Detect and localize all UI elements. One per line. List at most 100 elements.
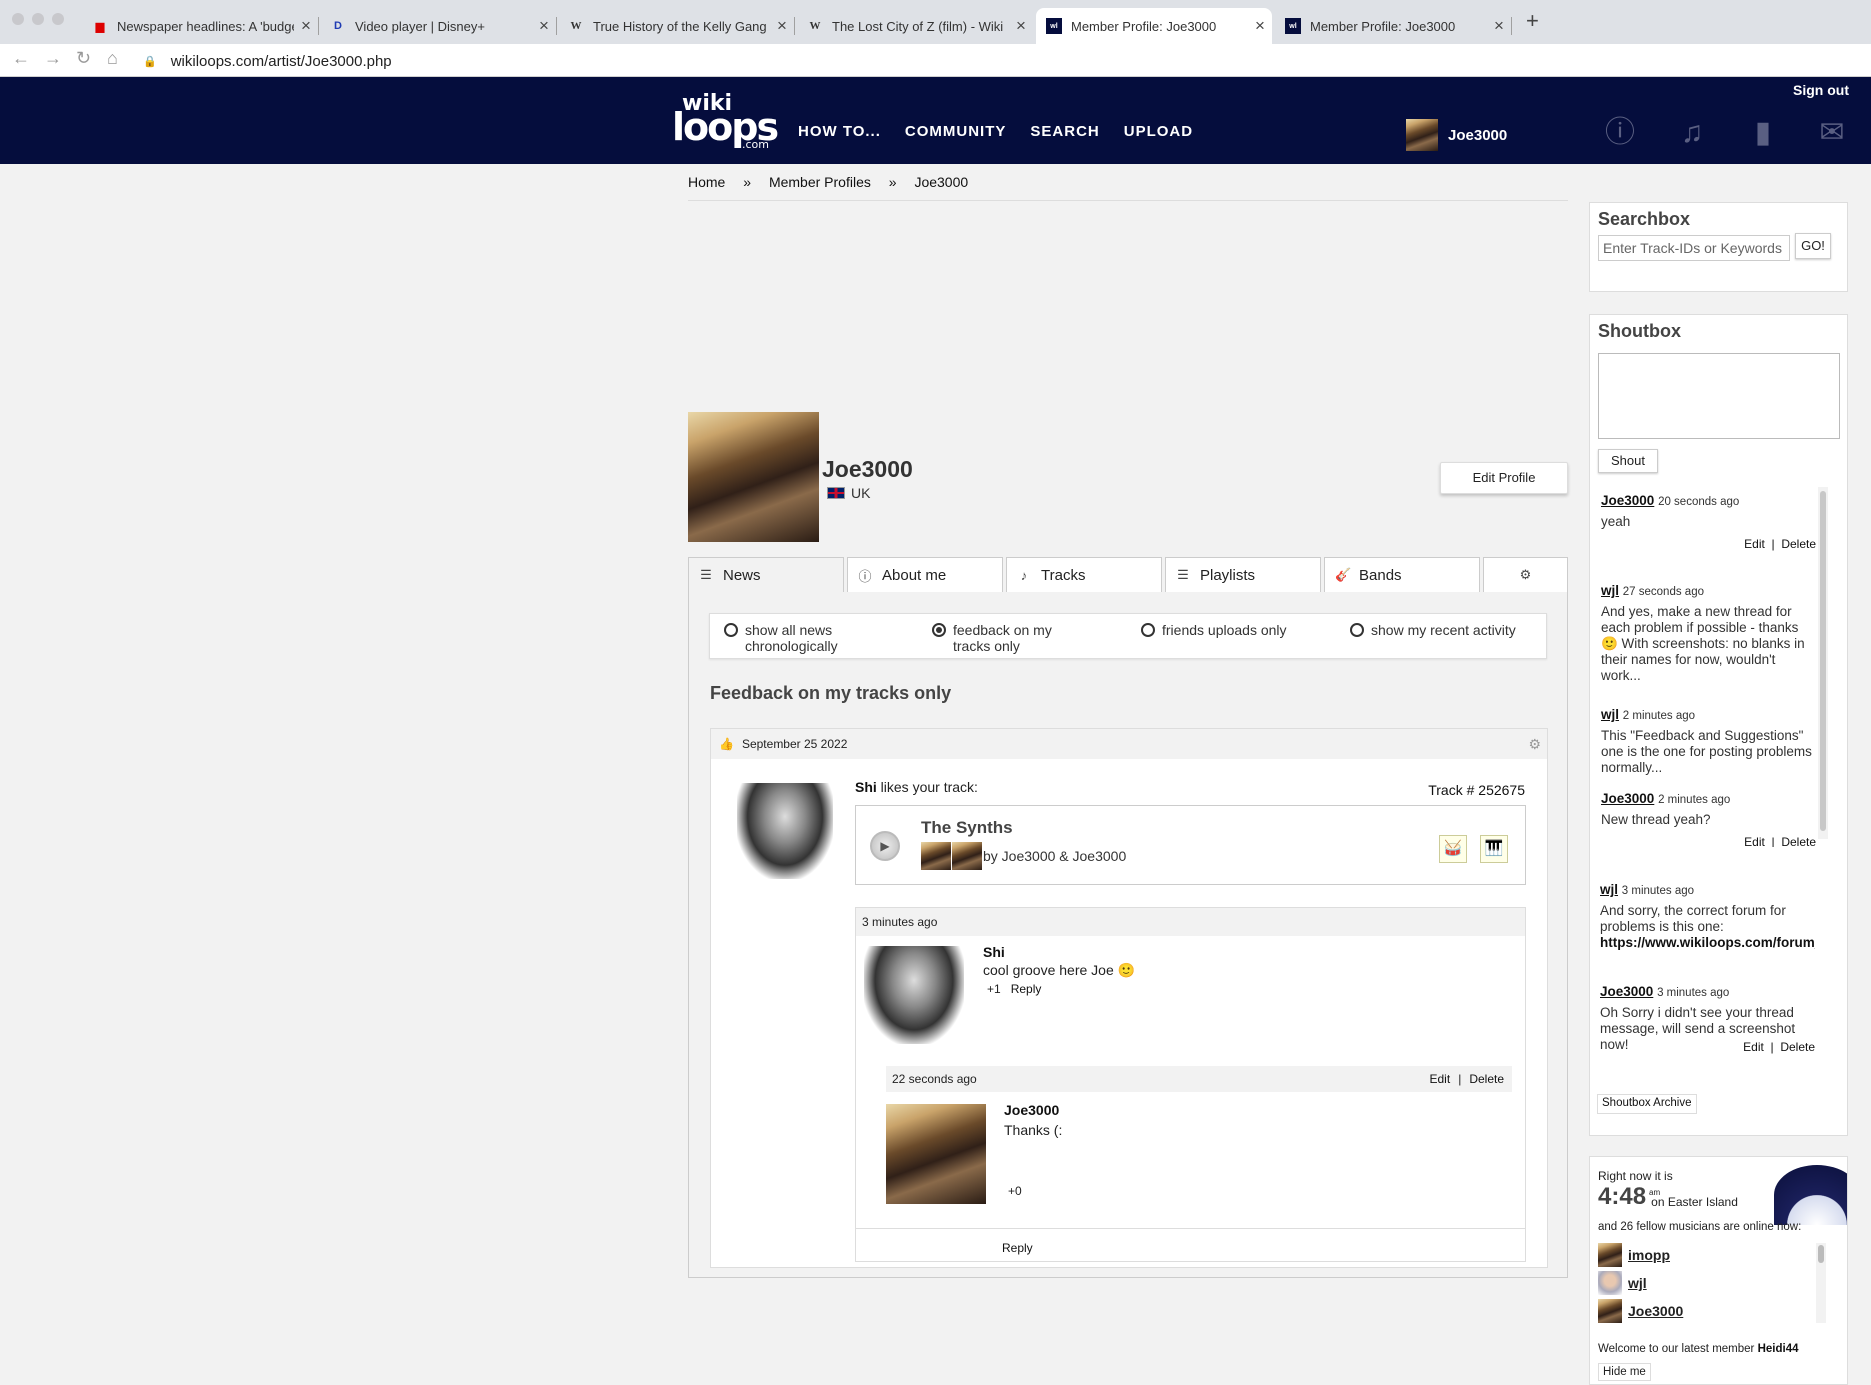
- reply-avatar[interactable]: [886, 1104, 986, 1204]
- shout-scrollbar[interactable]: [1820, 491, 1826, 831]
- nav-search[interactable]: SEARCH: [1030, 123, 1099, 140]
- online-user[interactable]: Joe3000: [1598, 1299, 1683, 1323]
- comments-box: 3 minutes ago Shi cool groove here Joe 🙂…: [855, 907, 1526, 1262]
- latest-member-link[interactable]: Heidi44: [1758, 1343, 1799, 1355]
- feed-header: 👍 September 25 2022: [711, 729, 1547, 759]
- reply-button[interactable]: Reply: [1002, 1241, 1033, 1255]
- shout-user[interactable]: Joe3000: [1600, 984, 1653, 999]
- sign-out-link[interactable]: Sign out: [1793, 82, 1849, 98]
- close-tab-icon[interactable]: ×: [1009, 16, 1033, 36]
- hide-me-button[interactable]: Hide me: [1598, 1363, 1651, 1381]
- close-tab-icon[interactable]: ×: [770, 16, 794, 36]
- delete-button[interactable]: Delete: [1781, 537, 1816, 551]
- liker-link[interactable]: Shi: [855, 779, 877, 795]
- tab-about-me[interactable]: ⓘ About me: [847, 557, 1003, 592]
- shout-user[interactable]: wjl: [1600, 882, 1618, 897]
- shoutbox-archive-button[interactable]: Shoutbox Archive: [1597, 1094, 1697, 1114]
- commenter-avatar[interactable]: [864, 946, 964, 1044]
- gear-icon[interactable]: ⚙: [1528, 736, 1541, 753]
- tab-playlists[interactable]: ☰ Playlists: [1165, 557, 1321, 592]
- filter-feedback[interactable]: feedback on my tracks only: [932, 622, 1092, 654]
- shout-button[interactable]: Shout: [1598, 449, 1658, 473]
- close-tab-icon[interactable]: ×: [532, 16, 556, 36]
- filter-friends[interactable]: friends uploads only: [1141, 622, 1321, 638]
- breadcrumb-member-profiles[interactable]: Member Profiles: [769, 174, 871, 190]
- tab-title: Member Profile: Joe3000: [1310, 18, 1456, 34]
- close-tab-icon[interactable]: ×: [294, 16, 318, 36]
- browser-tab[interactable]: W True History of the Kelly Gang ×: [558, 8, 795, 44]
- reply-user-link[interactable]: Joe3000: [1004, 1102, 1059, 1118]
- shout-user[interactable]: Joe3000: [1601, 791, 1654, 806]
- shout-user[interactable]: wjl: [1601, 707, 1619, 722]
- shout-user[interactable]: wjl: [1601, 583, 1619, 598]
- home-icon[interactable]: ⌂: [107, 48, 118, 69]
- minimize-window-icon[interactable]: [32, 13, 44, 25]
- maximize-window-icon[interactable]: [52, 13, 64, 25]
- avatar: [921, 842, 951, 870]
- edit-button[interactable]: Edit: [1744, 537, 1765, 551]
- close-tab-icon[interactable]: ×: [1248, 16, 1272, 36]
- search-input[interactable]: Enter Track-IDs or Keywords: [1598, 235, 1790, 261]
- filter-all-news[interactable]: show all news chronologically: [724, 622, 894, 654]
- nav-how-to[interactable]: HOW TO...: [798, 123, 881, 140]
- browser-tab[interactable]: wl Member Profile: Joe3000 ×: [1275, 8, 1512, 44]
- forum-link[interactable]: https://www.wikiloops.com/forum_id=2: [1600, 935, 1815, 951]
- tab-title: Member Profile: Joe3000: [1071, 18, 1217, 34]
- go-button[interactable]: GO!: [1795, 233, 1831, 259]
- close-window-icon[interactable]: [12, 13, 24, 25]
- online-scrollbar[interactable]: [1818, 1245, 1824, 1263]
- liker-avatar[interactable]: [737, 783, 833, 879]
- edit-button[interactable]: Edit: [1744, 835, 1765, 847]
- tab-settings[interactable]: ⚙: [1483, 557, 1568, 592]
- breadcrumb-current[interactable]: Joe3000: [914, 174, 968, 190]
- info-icon[interactable]: ⓘ: [1602, 115, 1638, 151]
- address-bar: ← → ↻ ⌂ 🔒 wikiloops.com/artist/Joe3000.p…: [0, 44, 1871, 77]
- edit-button[interactable]: Edit: [1430, 1072, 1451, 1086]
- shout-textarea[interactable]: [1598, 353, 1840, 439]
- tab-title: Newspaper headlines: A 'budge: [117, 18, 294, 34]
- tab-news[interactable]: ☰ News: [688, 557, 844, 592]
- browser-tab[interactable]: W The Lost City of Z (film) - Wiki ×: [797, 8, 1033, 44]
- forward-icon[interactable]: →: [44, 48, 62, 69]
- shoutbox-title: Shoutbox: [1598, 321, 1681, 341]
- mail-icon[interactable]: ✉: [1814, 115, 1850, 151]
- url-field[interactable]: 🔒 wikiloops.com/artist/Joe3000.php: [143, 50, 1843, 72]
- shout-item: wjl 2 minutes ago This "Feedback and Sug…: [1601, 707, 1812, 775]
- wikipedia-icon: W: [809, 20, 821, 32]
- reload-icon[interactable]: ↻: [76, 48, 91, 69]
- online-user[interactable]: imopp: [1598, 1243, 1670, 1267]
- browser-tab-active[interactable]: wl Member Profile: Joe3000 ×: [1036, 8, 1272, 44]
- close-tab-icon[interactable]: ×: [1487, 16, 1511, 36]
- site-header: wiki loops .com HOW TO... COMMUNITY SEAR…: [0, 77, 1871, 164]
- delete-button[interactable]: Delete: [1780, 1040, 1815, 1054]
- tab-bands[interactable]: 🎸 Bands: [1324, 557, 1480, 592]
- breadcrumb-home[interactable]: Home: [688, 174, 725, 190]
- radio-icon: [1350, 623, 1364, 637]
- book-icon[interactable]: ▮: [1745, 115, 1781, 151]
- delete-button[interactable]: Delete: [1781, 835, 1816, 847]
- music-note-icon[interactable]: ♫: [1674, 115, 1710, 151]
- nav-community[interactable]: COMMUNITY: [905, 123, 1007, 140]
- filter-recent-activity[interactable]: show my recent activity: [1350, 622, 1540, 638]
- new-tab-button[interactable]: +: [1526, 8, 1539, 34]
- back-icon[interactable]: ←: [12, 48, 30, 69]
- online-user[interactable]: wjl: [1598, 1271, 1647, 1295]
- shout-item: Joe3000 3 minutes ago Oh Sorry i didn't …: [1600, 984, 1815, 1054]
- edit-profile-button[interactable]: Edit Profile: [1440, 462, 1568, 494]
- browser-tab[interactable]: ▆ Newspaper headlines: A 'budge ×: [82, 8, 319, 44]
- delete-button[interactable]: Delete: [1469, 1072, 1504, 1086]
- tab-tracks[interactable]: ♪ Tracks: [1006, 557, 1162, 592]
- shout-user[interactable]: Joe3000: [1601, 493, 1654, 508]
- header-user[interactable]: Joe3000: [1406, 119, 1507, 151]
- track-title[interactable]: The Synths: [921, 818, 1013, 838]
- edit-button[interactable]: Edit: [1743, 1040, 1764, 1054]
- commenter-link[interactable]: Shi: [983, 944, 1005, 960]
- vote-count[interactable]: +0: [1008, 1184, 1022, 1198]
- track-link[interactable]: Track # 252675: [1428, 782, 1525, 798]
- reply-button[interactable]: Reply: [1011, 982, 1042, 996]
- nav-upload[interactable]: UPLOAD: [1124, 123, 1193, 140]
- play-icon[interactable]: ▶: [870, 831, 900, 861]
- vote-count[interactable]: +1: [987, 982, 1001, 996]
- wikiloops-logo[interactable]: wiki loops .com: [672, 91, 782, 151]
- browser-tab[interactable]: D Video player | Disney+ ×: [320, 8, 557, 44]
